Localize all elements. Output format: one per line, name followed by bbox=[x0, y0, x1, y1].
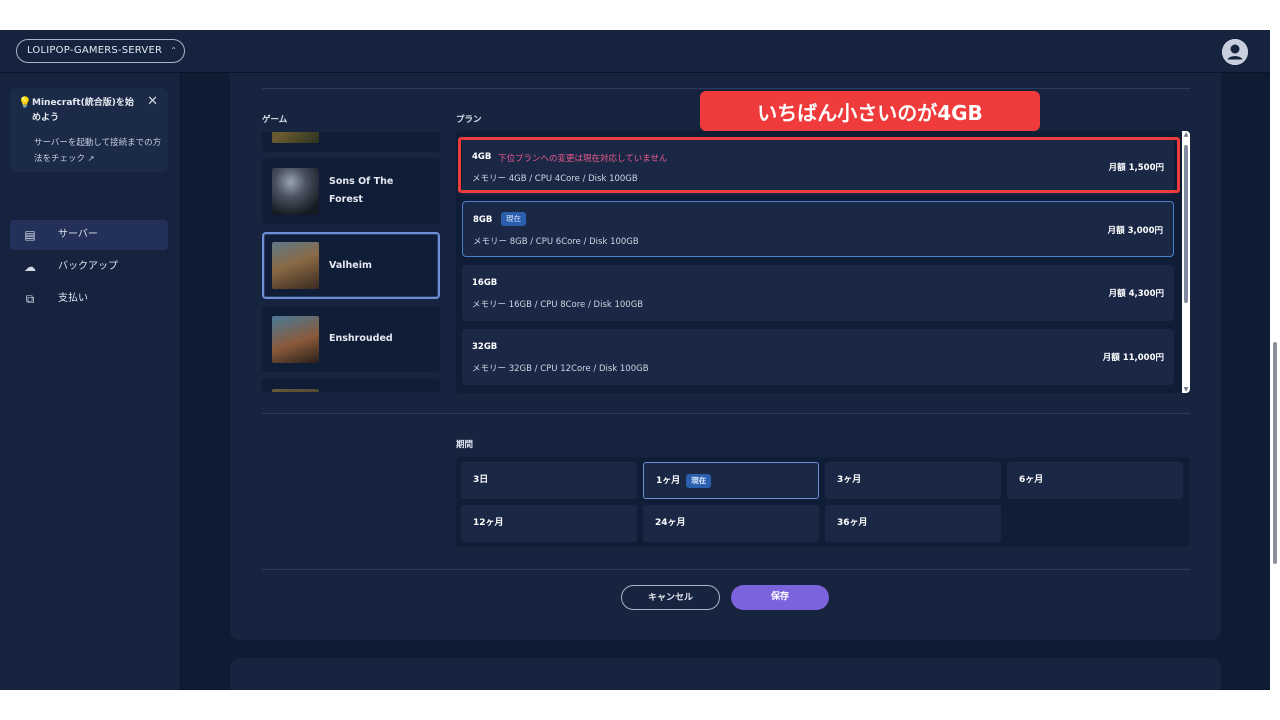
game-label: ゲーム bbox=[262, 115, 288, 125]
plan-price: 月額 11,000円 bbox=[1102, 353, 1164, 363]
game-thumbnail bbox=[272, 316, 319, 363]
cancel-button[interactable]: キャンセル bbox=[621, 585, 720, 610]
game-card-partial-top[interactable] bbox=[262, 132, 440, 152]
period-grid: 3日 1ヶ月 現在 3ヶ月 6ヶ月 12ヶ月 24ヶ月 36ヶ月 bbox=[456, 457, 1190, 547]
scroll-down-icon[interactable]: ▼ bbox=[1182, 386, 1190, 393]
user-icon bbox=[1222, 39, 1248, 65]
game-thumbnail bbox=[272, 389, 319, 392]
plan-card-16gb[interactable]: 16GB メモリー 16GB / CPU 8Core / Disk 100GB … bbox=[462, 265, 1174, 321]
game-thumbnail bbox=[272, 168, 319, 215]
sidebar-item-payment[interactable]: ⧉ 支払い bbox=[10, 284, 168, 314]
secondary-panel bbox=[230, 658, 1221, 690]
server-icon: ▤ bbox=[24, 228, 36, 242]
period-option-24m[interactable]: 24ヶ月 bbox=[643, 505, 819, 542]
notice-body[interactable]: サーバーを起動して接続までの方法をチェック ↗ bbox=[34, 136, 164, 167]
game-name: Valheim bbox=[329, 259, 372, 271]
divider bbox=[262, 88, 1190, 89]
game-card-enshrouded[interactable]: Enshrouded bbox=[262, 306, 440, 372]
game-list[interactable]: Sons Of The Forest Valheim Enshrouded bbox=[262, 132, 440, 392]
save-button[interactable]: 保存 bbox=[731, 585, 829, 610]
sidebar: 💡 Minecraft(統合版)を始めよう ✕ サーバーを起動して接続までの方法… bbox=[0, 73, 181, 690]
game-name: Enshrouded bbox=[329, 333, 393, 344]
period-label: 期間 bbox=[456, 440, 474, 450]
plan-card-8gb[interactable]: 8GB 現在 メモリー 8GB / CPU 6Core / Disk 100GB… bbox=[462, 201, 1174, 257]
period-label-text: 1ヶ月 bbox=[656, 476, 681, 486]
period-label-text: 3日 bbox=[473, 475, 489, 485]
plan-spec: メモリー 16GB / CPU 8Core / Disk 100GB bbox=[472, 300, 644, 310]
period-label-text: 24ヶ月 bbox=[655, 518, 686, 528]
sidebar-item-label: 支払い bbox=[58, 293, 88, 304]
page-scrollbar[interactable] bbox=[1270, 30, 1280, 690]
payment-icon: ⧉ bbox=[25, 292, 35, 306]
sidebar-item-backup[interactable]: ☁ バックアップ bbox=[10, 252, 168, 282]
game-card-sons-of-the-forest[interactable]: Sons Of The Forest bbox=[262, 158, 440, 224]
period-label-text: 3ヶ月 bbox=[837, 475, 862, 485]
plan-list-scrollbar[interactable]: ▲ ▼ bbox=[1182, 131, 1190, 393]
plan-name: 8GB bbox=[473, 215, 493, 225]
period-option-6m[interactable]: 6ヶ月 bbox=[1007, 462, 1183, 499]
game-card-valheim[interactable]: Valheim bbox=[262, 232, 440, 299]
period-label-text: 12ヶ月 bbox=[473, 518, 504, 528]
scrollbar-thumb[interactable] bbox=[1184, 145, 1188, 303]
page-scrollbar-thumb[interactable] bbox=[1273, 342, 1277, 564]
plan-card-32gb[interactable]: 32GB メモリー 32GB / CPU 12Core / Disk 100GB… bbox=[462, 329, 1174, 385]
sidebar-item-server[interactable]: ▤ サーバー bbox=[10, 220, 168, 250]
current-badge: 現在 bbox=[501, 212, 526, 226]
notice-title: Minecraft(統合版)を始めよう bbox=[32, 98, 134, 123]
chevron-updown-icon: ⌃ bbox=[170, 46, 178, 55]
period-option-3m[interactable]: 3ヶ月 bbox=[825, 462, 1001, 499]
current-badge: 現在 bbox=[686, 473, 712, 488]
sidebar-item-label: バックアップ bbox=[58, 261, 118, 272]
period-option-12m[interactable]: 12ヶ月 bbox=[461, 505, 637, 542]
scroll-up-icon[interactable]: ▲ bbox=[1182, 131, 1190, 138]
sidebar-item-label: サーバー bbox=[58, 229, 98, 240]
period-option-1m[interactable]: 1ヶ月 現在 bbox=[643, 462, 819, 499]
period-label-text: 36ヶ月 bbox=[837, 518, 868, 528]
onboarding-notice: 💡 Minecraft(統合版)を始めよう ✕ サーバーを起動して接続までの方法… bbox=[10, 88, 168, 172]
period-option-36m[interactable]: 36ヶ月 bbox=[825, 505, 1001, 542]
divider bbox=[262, 569, 1190, 570]
plan-price: 月額 4,300円 bbox=[1108, 289, 1164, 299]
annotation-callout: いちばん小さいのが4GB bbox=[700, 91, 1040, 131]
game-thumbnail bbox=[272, 132, 319, 143]
period-label-text: 6ヶ月 bbox=[1019, 475, 1044, 485]
period-option-3d[interactable]: 3日 bbox=[461, 462, 637, 499]
close-icon[interactable]: ✕ bbox=[147, 94, 158, 109]
cloud-upload-icon: ☁ bbox=[24, 260, 36, 274]
game-thumbnail bbox=[272, 242, 319, 289]
plan-name: 32GB bbox=[472, 342, 498, 352]
game-card-partial-bottom[interactable] bbox=[262, 379, 440, 392]
lightbulb-icon: 💡 bbox=[18, 96, 32, 109]
game-name: Sons Of The Forest bbox=[329, 176, 394, 205]
server-select[interactable]: LOLIPOP-GAMERS-SERVER ⌃ bbox=[16, 39, 186, 63]
notice-link[interactable]: サーバーを起動して接続までの方法をチェック bbox=[34, 138, 161, 164]
top-bar: LOLIPOP-GAMERS-SERVER ⌃ bbox=[0, 30, 1270, 73]
annotation-highlight-box bbox=[458, 137, 1180, 193]
divider bbox=[262, 413, 1190, 414]
avatar[interactable] bbox=[1222, 39, 1248, 65]
plan-price: 月額 3,000円 bbox=[1107, 226, 1163, 236]
server-name: LOLIPOP-GAMERS-SERVER bbox=[27, 45, 163, 56]
plan-label: プラン bbox=[456, 115, 482, 125]
plan-spec: メモリー 8GB / CPU 6Core / Disk 100GB bbox=[473, 237, 639, 247]
plan-spec: メモリー 32GB / CPU 12Core / Disk 100GB bbox=[472, 364, 649, 374]
plan-name: 16GB bbox=[472, 278, 498, 288]
external-link-icon: ↗ bbox=[87, 154, 95, 163]
